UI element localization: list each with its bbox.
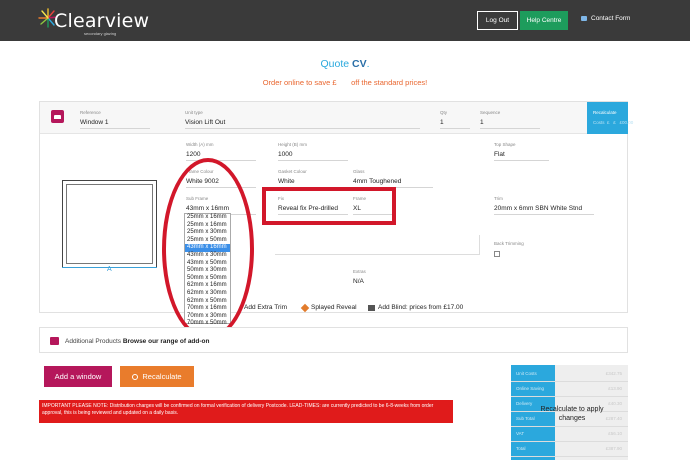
unit-type-label: Unit type bbox=[185, 110, 203, 115]
summary-row-label: Unit Costs bbox=[516, 371, 537, 376]
options-bar: Add Extra Trim Splayed Reveal Add Blind:… bbox=[234, 300, 627, 316]
additional-products-link[interactable]: Browse our range of add-on bbox=[123, 338, 210, 345]
help-centre-button[interactable]: Help Centre bbox=[520, 11, 568, 30]
blind-icon bbox=[368, 304, 375, 311]
extras-value: N/A bbox=[353, 278, 364, 285]
qty-label: Qty bbox=[440, 110, 448, 115]
splayed-reveal-option[interactable]: Splayed Reveal bbox=[300, 303, 357, 312]
title-bold: CV bbox=[352, 58, 367, 70]
trim-label: Trim bbox=[494, 196, 503, 201]
gasket-colour-label: Gasket Colour bbox=[278, 169, 307, 174]
width-label: Width (A) mm bbox=[186, 142, 214, 147]
contact-form-link[interactable]: Contact Form bbox=[581, 15, 630, 22]
summary-row-divider bbox=[511, 381, 628, 382]
summary-row-label: Online Saving bbox=[516, 386, 545, 391]
qty-input[interactable]: 1 bbox=[440, 119, 470, 129]
window-row-header: Reference Window 1 Unit type Vision Lift… bbox=[40, 102, 633, 134]
recalculate-button-label: Recalculate bbox=[142, 372, 182, 381]
extras-label: Extras bbox=[353, 269, 366, 274]
back-trimming-checkbox[interactable] bbox=[494, 251, 500, 257]
sequence-label: Sequence bbox=[480, 110, 501, 115]
glass-label: Glass bbox=[353, 169, 365, 174]
additional-products-text: Additional Products Browse our range of … bbox=[65, 338, 209, 345]
recalculate-button[interactable]: Recalculate bbox=[120, 366, 194, 387]
reference-input[interactable]: Window 1 bbox=[80, 119, 150, 129]
recalculate-title: Recalculate bbox=[593, 110, 617, 115]
height-label: Height (B) mm bbox=[278, 142, 308, 147]
summary-row-value: £56.10 bbox=[608, 431, 622, 436]
clearview-logo[interactable]: Clearview secondary glazing bbox=[38, 8, 150, 36]
recalculate-icon bbox=[132, 373, 139, 380]
back-trimming-label: Back Trimming bbox=[494, 241, 524, 246]
price-summary: Unit Costs £342.75 Online Saving £13.90 Deli… bbox=[511, 365, 628, 460]
recalculate-message: Recalculate to apply changes bbox=[540, 406, 604, 422]
recalculate-value: Costs £ £ £00.00 bbox=[593, 120, 634, 125]
unit-type-select[interactable]: Vision Lift Out bbox=[185, 119, 420, 129]
window-diagram bbox=[62, 180, 157, 268]
summary-row-divider bbox=[511, 426, 628, 427]
top-shape-label: Top Shape bbox=[494, 142, 516, 147]
height-input[interactable]: 1000 bbox=[278, 151, 348, 161]
cart-icon bbox=[50, 337, 59, 345]
logout-button[interactable]: Log Out bbox=[477, 11, 518, 30]
summary-row-label: VAT bbox=[516, 431, 525, 436]
top-shape-select[interactable]: Flat bbox=[494, 151, 549, 161]
title-suffix: . bbox=[366, 58, 370, 70]
add-extra-trim-label: Add Extra Trim bbox=[244, 304, 287, 311]
add-blind-label: Add Blind: prices from £17.00 bbox=[378, 304, 464, 311]
logo-text: Clearview bbox=[54, 10, 150, 32]
summary-row-value: £387.90 bbox=[605, 446, 622, 451]
width-dimension-label: A bbox=[107, 266, 112, 273]
window-tag-icon[interactable] bbox=[51, 110, 64, 123]
reference-label: Reference bbox=[80, 110, 101, 115]
splayed-reveal-label: Splayed Reveal bbox=[311, 304, 357, 311]
add-blind-option[interactable]: Add Blind: prices from £17.00 bbox=[368, 304, 463, 311]
contact-form-label: Contact Form bbox=[591, 15, 631, 22]
pencil-icon bbox=[300, 303, 310, 312]
page-subtitle: Order online to save £ off the standard … bbox=[262, 78, 428, 87]
additional-products-label: Additional Products bbox=[65, 338, 123, 345]
sequence-input[interactable]: 1 bbox=[480, 119, 540, 129]
highlight-ellipse bbox=[162, 158, 254, 340]
title-prefix: Quote bbox=[320, 58, 352, 70]
trim-select[interactable]: 20mm x 6mm SBN White Stnd bbox=[494, 205, 594, 215]
summary-row-divider bbox=[511, 396, 628, 397]
page-title: Quote CV. bbox=[0, 58, 690, 70]
summary-row-label: Total bbox=[516, 446, 526, 451]
top-bar: Clearview secondary glazing Log Out Help… bbox=[0, 0, 690, 41]
add-window-button[interactable]: Add a window bbox=[44, 366, 112, 387]
recalculate-panel[interactable]: Recalculate Costs £ £ £00.00 bbox=[587, 102, 633, 134]
summary-row-divider bbox=[511, 456, 628, 457]
logo-tagline: secondary glazing bbox=[84, 31, 117, 36]
add-extra-trim-option[interactable]: Add Extra Trim bbox=[244, 304, 287, 311]
mail-icon bbox=[581, 16, 587, 21]
additional-products-bar[interactable]: Additional Products Browse our range of … bbox=[39, 327, 628, 353]
notes-textarea[interactable] bbox=[275, 235, 480, 255]
lead-time-warning: IMPORTANT PLEASE NOTE: Distribution char… bbox=[39, 400, 453, 423]
summary-row-divider bbox=[511, 441, 628, 442]
highlight-rectangle bbox=[262, 187, 396, 225]
window-diagram-inner bbox=[66, 184, 153, 264]
summary-row-value: £342.75 bbox=[605, 371, 622, 376]
summary-row-value: £13.90 bbox=[608, 386, 622, 391]
